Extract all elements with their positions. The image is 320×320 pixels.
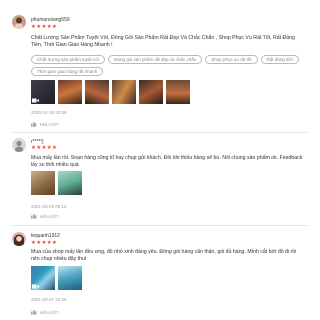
review-date: 2021-03-07 22:26 (31, 297, 67, 302)
thumbs-up-icon (31, 309, 37, 315)
rating-stars: ★★★★★ (31, 145, 58, 151)
reviewer-username: phumunoiang559 (31, 17, 70, 23)
review-video-thumbnail[interactable] (31, 80, 55, 104)
review-tag: Đóng gói sản phẩm rất đẹp và chắc chắn (108, 55, 203, 64)
review-tags: Chất lượng sản phẩm tuyệt vời Đóng gói s… (31, 55, 311, 76)
review-divider (12, 225, 308, 226)
helpful-label: Hữu ích? (40, 213, 59, 219)
avatar[interactable] (12, 232, 26, 246)
review-tag: Chất lượng sản phẩm tuyệt vời (31, 55, 106, 64)
review-photo-thumbnail[interactable] (58, 171, 82, 195)
review-photo-thumbnail[interactable] (112, 80, 136, 104)
helpful-label: Hữu ích? (40, 309, 59, 315)
review-divider (12, 132, 308, 133)
review-photo-thumbnail[interactable] (31, 171, 55, 195)
review-tag: Thời gian giao hàng rất nhanh (31, 67, 104, 76)
review-date: 2020-12-19 20:08 (31, 110, 67, 115)
video-camera-icon (32, 284, 39, 289)
review-photo-thumbnail[interactable] (166, 80, 190, 104)
review-photo-thumbnail[interactable] (58, 80, 82, 104)
review-media (31, 171, 82, 195)
review-media (31, 266, 82, 290)
review-photo-thumbnail[interactable] (139, 80, 163, 104)
review-photo-thumbnail[interactable] (58, 266, 82, 290)
avatar[interactable] (12, 15, 26, 29)
review-text: Chất Lượng Sản Phẩm Tuyệt Vời, Đóng Gói … (31, 35, 295, 48)
review-media (31, 80, 190, 104)
thumbs-up-icon (31, 213, 37, 219)
rating-stars: ★★★★★ (31, 24, 58, 30)
review-text: Mua của shop mấy lần đều ưng, đồ nhỏ xin… (31, 249, 297, 262)
helpful-button[interactable]: Hữu ích? (31, 121, 59, 127)
review-tag: Rất đáng tiền (260, 55, 300, 64)
thumbs-up-icon (31, 121, 37, 127)
avatar[interactable] (12, 138, 26, 152)
helpful-label: Hữu ích? (40, 121, 59, 127)
helpful-button[interactable]: Hữu ích? (31, 213, 59, 219)
helpful-button[interactable]: Hữu ích? (31, 309, 59, 315)
review-photo-thumbnail[interactable] (85, 80, 109, 104)
review-tag: Shop phục vụ rất tốt (205, 55, 258, 64)
review-text: Mua mấy lần rồi. Soạn hàng cũng kĩ hay c… (31, 155, 303, 168)
review-date: 2021-03-29 09:15 (31, 204, 67, 209)
review-video-thumbnail[interactable] (31, 266, 55, 290)
reviewer-username: lequanh1912 (31, 233, 60, 239)
rating-stars: ★★★★★ (31, 240, 58, 246)
video-camera-icon (32, 98, 39, 103)
